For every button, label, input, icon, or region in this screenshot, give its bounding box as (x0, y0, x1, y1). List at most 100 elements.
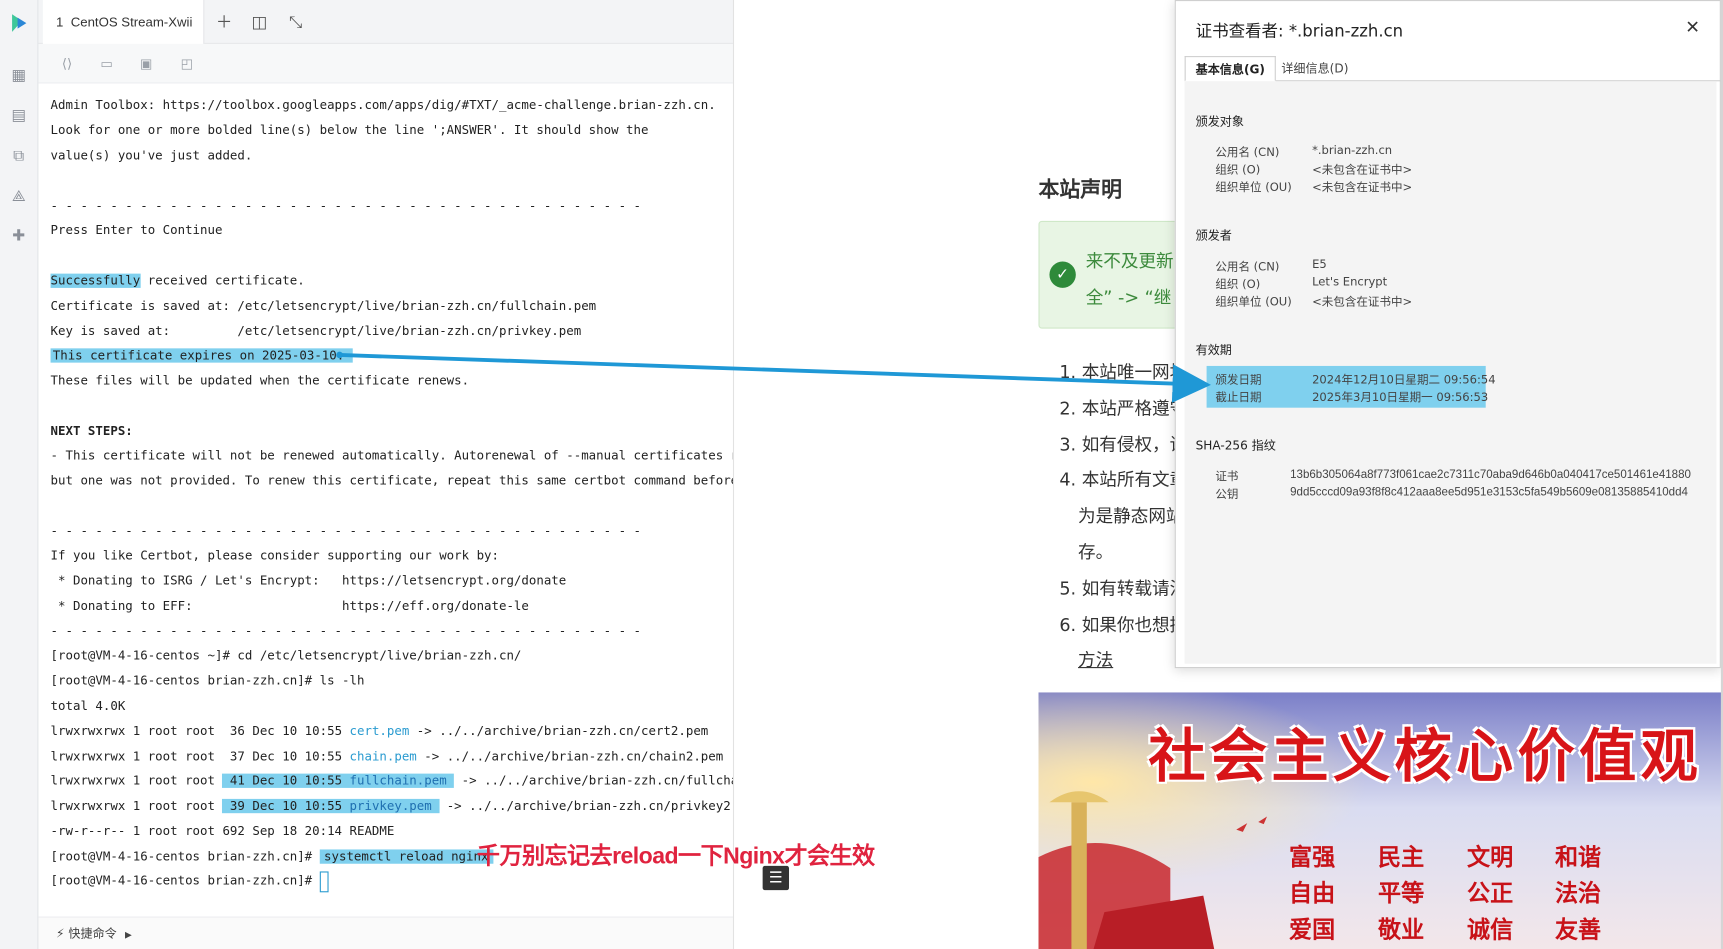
field-label: 公用名 (CN) (1215, 146, 1280, 160)
field-value: E5 (1312, 258, 1327, 272)
renew-line: These files will be updated when the cer… (50, 373, 470, 388)
list-item: 1. 本站唯一网址 (1059, 361, 1188, 383)
next-steps-line: but one was not provided. To renew this … (50, 473, 733, 488)
value-word: 法治 (1554, 879, 1602, 907)
field-value: *.brian-zzh.cn (1312, 143, 1393, 158)
prompt-line[interactable]: [root@VM-4-16-centos brian-zzh.cn]# (51, 870, 329, 892)
cert-body: 颁发对象 公用名 (CN) *.brian-zzh.cn 组织 (O) <未包含… (1184, 81, 1717, 664)
value-word: 敬业 (1378, 915, 1425, 943)
code-icon[interactable]: ⧉ (10, 147, 28, 165)
field-label: 组织单位 (OU) (1215, 295, 1292, 309)
script-icon[interactable]: ⟨⟩ (58, 55, 76, 73)
expires-line: This certificate expires on 2025-03-10. (50, 345, 354, 367)
cert-fingerprint: 13b6b305064a8f773f061cae2c7311c70aba9d64… (1290, 468, 1691, 482)
ls-row-highlighted: lrwxrwxrwx 1 root root 39 Dec 10 10:55 p… (50, 798, 733, 814)
value-word: 公正 (1467, 879, 1514, 907)
term-line: * Donating to ISRG / Let's Encrypt: http… (50, 573, 567, 588)
expiry-date: 2025年3月10日星期一 09:56:53 (1312, 391, 1489, 405)
reload-annotation: 千万别忘记去reload一下Nginx才会生效 (476, 843, 875, 870)
ls-row: lrwxrwxrwx 1 root root 36 Dec 10 10:55 c… (50, 724, 709, 739)
section-issued-to: 颁发对象 (1195, 114, 1244, 129)
success-highlight: Successfully (50, 273, 141, 288)
section-issued-by: 颁发者 (1195, 228, 1232, 243)
cert-tabs: 基本信息(G) 详细信息(D) (1184, 56, 1722, 82)
values-banner: 社会主义核心价值观 富强 民主 文明 和谐 自由 平等 公正 法治 爱国 敬业 … (1038, 692, 1723, 949)
next-steps-heading: NEXT STEPS: (50, 424, 133, 439)
success-rest: received certificate. (140, 273, 305, 288)
term-separator: - - - - - - - - - - - - - - - - - - - - … (50, 198, 642, 214)
field-label: 组织 (O) (1215, 163, 1261, 177)
list-item: 4. 本站所有文章 (1059, 469, 1188, 491)
value-word: 爱国 (1289, 915, 1336, 943)
term-line: * Donating to EFF: https://eff.org/donat… (50, 598, 529, 614)
key-saved-line: Key is saved at: /etc/letsencrypt/live/b… (50, 324, 582, 339)
field-label: 公用名 (CN) (1215, 260, 1280, 274)
term-separator: - - - - - - - - - - - - - - - - - - - - … (50, 624, 642, 639)
readme-row: -rw-r--r-- 1 root root 692 Sep 18 20:14 … (50, 824, 395, 839)
split-view-icon[interactable]: ◫ (249, 12, 269, 32)
notice-box: ✓ 来不及更新 全” -> “继 (1038, 220, 1182, 329)
ls-row-highlighted: lrwxrwxrwx 1 root root 41 Dec 10 10:55 f… (50, 773, 733, 788)
pubkey-fingerprint: 9dd5cccd09a93f8f8c412aaa8ee5d951e3153c5f… (1290, 485, 1688, 499)
section-fingerprints: SHA-256 指纹 (1195, 438, 1276, 453)
tab-centos[interactable]: 1 CentOS Stream-Xwii (42, 0, 205, 44)
term-line: If you like Certbot, please consider sup… (50, 548, 499, 563)
quick-command-label: 快捷命令 (68, 926, 117, 941)
add-tab-icon[interactable]: ＋ (214, 12, 234, 32)
field-label: 证书 (1215, 470, 1239, 484)
cert-viewer-title: 证书查看者: *.brian-zzh.cn (1195, 20, 1404, 41)
issue-date: 2024年12月10日星期二 09:56:54 (1312, 373, 1496, 387)
field-label: 组织单位 (OU) (1215, 181, 1292, 195)
expires-highlight: This certificate expires on 2025-03-10. (50, 348, 354, 363)
notice-line: 来不及更新 (1085, 250, 1174, 272)
reload-command-line: [root@VM-4-16-centos brian-zzh.cn]# syst… (51, 846, 493, 868)
tab-index: 1 (56, 14, 64, 30)
tab-basic-info[interactable]: 基本信息(G) (1184, 56, 1276, 82)
terminal-tab-bar: 1 CentOS Stream-Xwii ＋ ◫ ⤡ (38, 0, 733, 44)
section-validity: 有效期 (1195, 342, 1232, 358)
term-line: [root@VM-4-16-centos ~]# cd /etc/letsenc… (50, 648, 522, 663)
value-word: 友善 (1554, 915, 1602, 943)
quick-command-bar[interactable]: ⚡ 快捷命令 ▶ (38, 916, 733, 949)
sftp-folder-icon[interactable]: ▭ (98, 55, 116, 73)
terminal-toolbar: ⟨⟩ ▭ ▣ ◰ (38, 43, 733, 84)
term-line: Press Enter to Continue (50, 223, 223, 238)
value-word: 和谐 (1554, 842, 1602, 871)
tab-title: CentOS Stream-Xwii (70, 14, 193, 30)
list-item: 3. 如有侵权，请 (1059, 434, 1188, 455)
apps-icon[interactable]: ▦ (10, 67, 28, 85)
list-item-cont: 存。 (1078, 541, 1114, 563)
list-item: 2. 本站严格遵守 (1059, 397, 1188, 419)
monitor-icon[interactable]: ▣ (137, 55, 155, 73)
menu-icon[interactable]: ☰ (762, 865, 790, 891)
success-line: Successfully received certificate. (50, 270, 305, 292)
plugin-icon[interactable]: ✚ (10, 227, 28, 245)
chart-icon[interactable]: ◰ (178, 55, 196, 73)
close-icon[interactable]: ✕ (1685, 16, 1700, 37)
field-label: 公钥 (1215, 487, 1239, 502)
value-word: 诚信 (1467, 915, 1514, 943)
play-icon: ▶ (124, 929, 132, 940)
terminal-cursor (319, 870, 329, 892)
field-value: <未包含在证书中> (1312, 295, 1413, 309)
network-icon[interactable]: ⟁ (10, 188, 28, 206)
value-word: 富强 (1289, 842, 1336, 871)
cert-saved-line: Certificate is saved at: /etc/letsencryp… (50, 298, 597, 314)
method-link[interactable]: 方法 (1078, 645, 1113, 671)
banner-title: 社会主义核心价值观 (1148, 723, 1703, 791)
term-line: Admin Toolbox: https://toolbox.googleapp… (50, 97, 716, 113)
terminal-output[interactable]: Admin Toolbox: https://toolbox.googleapp… (38, 83, 733, 917)
expand-icon[interactable]: ⤡ (286, 12, 306, 32)
term-line: total 4.0K (50, 698, 126, 714)
list-item: 5. 如有转载请注 (1059, 578, 1188, 599)
declaration-title: 本站声明 (1038, 178, 1122, 203)
field-value: <未包含在证书中> (1312, 181, 1413, 195)
term-line: [root@VM-4-16-centos brian-zzh.cn]# ls -… (50, 673, 365, 688)
field-label: 组织 (O) (1215, 278, 1261, 292)
value-word: 民主 (1378, 842, 1425, 871)
term-separator: - - - - - - - - - - - - - - - - - - - - … (50, 524, 642, 539)
app-sidebar: ▦ ▤ ⧉ ⟁ ✚ (0, 0, 39, 949)
server-icon[interactable]: ▤ (10, 107, 28, 125)
field-label: 颁发日期 (1215, 373, 1262, 387)
tab-details[interactable]: 详细信息(D) (1271, 56, 1358, 81)
